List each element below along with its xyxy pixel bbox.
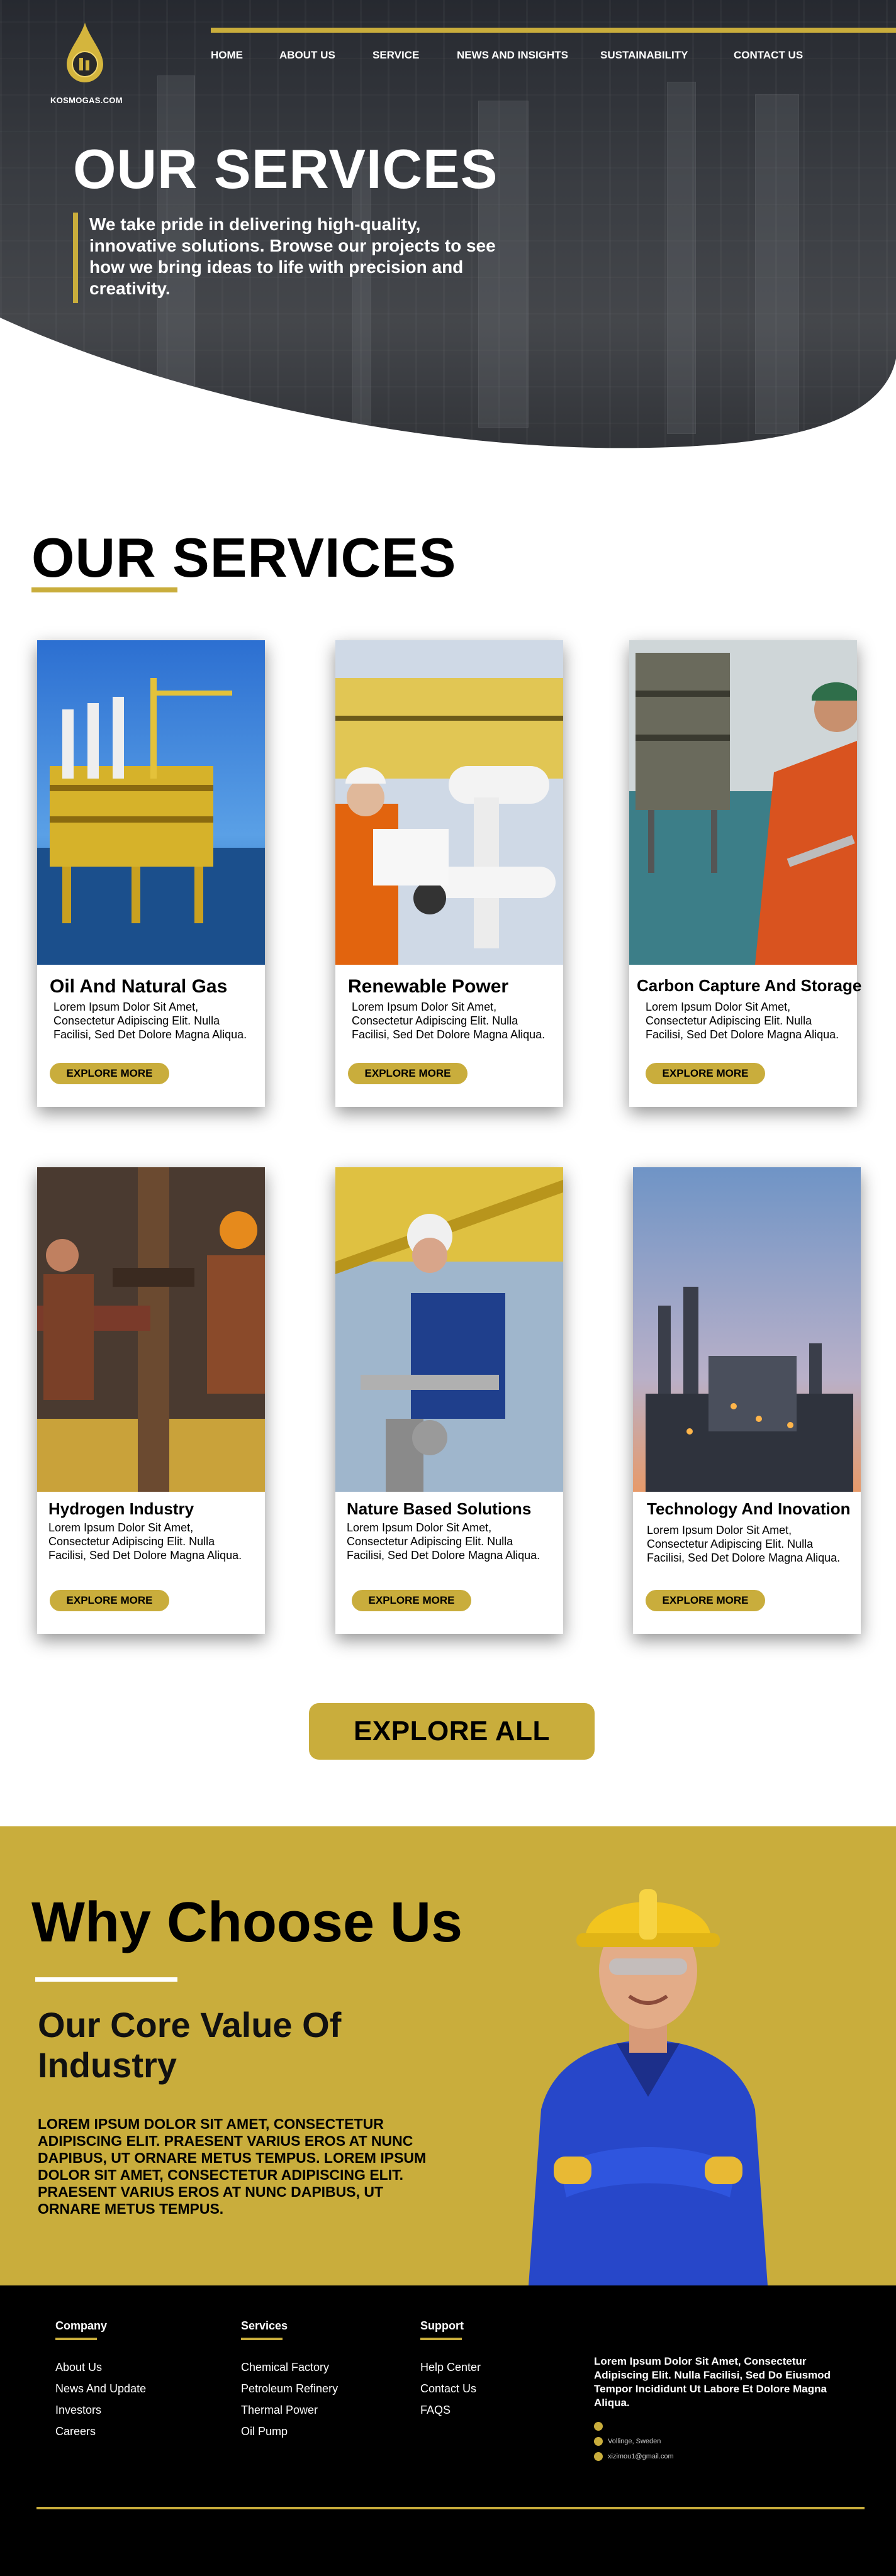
footer-heading: Support xyxy=(420,2319,464,2332)
why-subtitle: Our Core Value Of Industry xyxy=(38,2005,342,2085)
explore-more-button[interactable]: EXPLORE MORE xyxy=(646,1590,765,1611)
card-image-valve-worker xyxy=(335,1167,563,1492)
card-image-offshore-worker xyxy=(629,640,857,965)
why-choose-us-section: Why Choose Us Our Core Value Of Industry… xyxy=(0,1826,896,2285)
nav-contact-us[interactable]: CONTACT US xyxy=(734,49,803,62)
service-card-technology-and-inovation: Technology And Inovation Lorem Ipsum Dol… xyxy=(633,1167,861,1634)
footer-about-text: Lorem Ipsum Dolor Sit Amet, Consectetur … xyxy=(594,2355,831,2409)
service-card-carbon-capture-and-storage: Carbon Capture And Storage Lorem Ipsum D… xyxy=(629,640,861,1107)
main-nav: HOME ABOUT US SERVICE NEWS AND INSIGHTS … xyxy=(0,49,896,64)
site-footer: Company About Us News And Update Investo… xyxy=(0,2285,896,2576)
explore-all-button[interactable]: EXPLORE ALL xyxy=(309,1703,595,1760)
footer-contact: Vollinge, Sweden xizimou1@gmail.com xyxy=(594,2419,846,2464)
card-description: Lorem Ipsum Dolor Sit Amet, Consectetur … xyxy=(53,1001,247,1041)
footer-link-faqs[interactable]: FAQS xyxy=(420,2399,481,2421)
hero-subtitle: We take pride in delivering high-quality… xyxy=(89,214,496,298)
card-description: Lorem Ipsum Dolor Sit Amet, Consectetur … xyxy=(647,1524,841,1564)
location-pin-icon xyxy=(594,2437,603,2446)
nav-news-and-insights[interactable]: NEWS AND INSIGHTS xyxy=(457,49,568,62)
hero-section: KOSMOGAS.COM HOME ABOUT US SERVICE NEWS … xyxy=(0,0,896,460)
footer-link-help-center[interactable]: Help Center xyxy=(420,2357,481,2378)
card-description: Lorem Ipsum Dolor Sit Amet, Consectetur … xyxy=(347,1521,540,1562)
footer-link-oil-pump[interactable]: Oil Pump xyxy=(241,2421,338,2442)
card-title: Carbon Capture And Storage xyxy=(637,976,862,995)
why-body-text: LOREM IPSUM DOLOR SIT AMET, CONSECTETUR … xyxy=(38,2116,427,2217)
nav-about-us[interactable]: ABOUT US xyxy=(279,49,335,62)
nav-home[interactable]: HOME xyxy=(211,49,243,62)
explore-more-button[interactable]: EXPLORE MORE xyxy=(352,1590,471,1611)
card-description: Lorem Ipsum Dolor Sit Amet, Consectetur … xyxy=(48,1521,242,1562)
footer-link-news-and-update[interactable]: News And Update xyxy=(55,2378,146,2399)
card-image-offshore-platform xyxy=(37,640,265,965)
footer-address: Vollinge, Sweden xyxy=(608,2438,661,2445)
footer-link-petroleum-refinery[interactable]: Petroleum Refinery xyxy=(241,2378,338,2399)
explore-more-button[interactable]: EXPLORE MORE xyxy=(646,1063,765,1084)
footer-email-row: xizimou1@gmail.com xyxy=(594,2449,846,2464)
why-title-underline xyxy=(35,1977,177,1982)
footer-link-careers[interactable]: Careers xyxy=(55,2421,146,2442)
footer-divider xyxy=(36,2507,865,2509)
card-title: Oil And Natural Gas xyxy=(50,976,228,997)
footer-link-contact-us[interactable]: Contact Us xyxy=(420,2378,481,2399)
footer-heading-underline xyxy=(241,2338,283,2340)
explore-more-button[interactable]: EXPLORE MORE xyxy=(348,1063,468,1084)
phone-icon xyxy=(594,2422,603,2431)
card-image-refinery-dusk xyxy=(633,1167,861,1492)
footer-heading-underline xyxy=(55,2338,97,2340)
service-card-nature-based-solutions: Nature Based Solutions Lorem Ipsum Dolor… xyxy=(335,1167,563,1634)
footer-services-column: Services Chemical Factory Petroleum Refi… xyxy=(241,2319,338,2442)
card-description: Lorem Ipsum Dolor Sit Amet, Consectetur … xyxy=(646,1001,839,1041)
service-card-renewable-power: Renewable Power Lorem Ipsum Dolor Sit Am… xyxy=(335,640,563,1107)
footer-link-chemical-factory[interactable]: Chemical Factory xyxy=(241,2357,338,2378)
footer-heading-underline xyxy=(420,2338,462,2340)
footer-link-about-us[interactable]: About Us xyxy=(55,2357,146,2378)
footer-heading: Company xyxy=(55,2319,108,2332)
footer-heading: Services xyxy=(241,2319,288,2332)
footer-support-column: Support Help Center Contact Us FAQS xyxy=(420,2319,481,2421)
card-image-drilling-rig xyxy=(37,1167,265,1492)
card-title: Technology And Inovation xyxy=(647,1499,851,1518)
nav-sustainability[interactable]: SUSTAINABILITY xyxy=(600,49,688,62)
footer-link-investors[interactable]: Investors xyxy=(55,2399,146,2421)
services-title: OUR SERVICES xyxy=(31,526,457,589)
nav-service[interactable]: SERVICE xyxy=(372,49,419,62)
services-title-underline xyxy=(31,587,177,592)
why-title: Why Choose Us xyxy=(31,1891,463,1954)
card-title: Hydrogen Industry xyxy=(48,1499,194,1518)
card-image-engineer-plant xyxy=(335,640,563,965)
hero-accent-bar xyxy=(73,213,78,303)
brand-name: KOSMOGAS.COM xyxy=(50,96,123,105)
service-card-oil-and-natural-gas: Oil And Natural Gas Lorem Ipsum Dolor Si… xyxy=(37,640,265,1107)
footer-link-thermal-power[interactable]: Thermal Power xyxy=(241,2399,338,2421)
mail-icon xyxy=(594,2452,603,2461)
explore-more-button[interactable]: EXPLORE MORE xyxy=(50,1590,169,1611)
card-title: Nature Based Solutions xyxy=(347,1499,532,1518)
card-description: Lorem Ipsum Dolor Sit Amet, Consectetur … xyxy=(352,1001,546,1041)
service-card-hydrogen-industry: Hydrogen Industry Lorem Ipsum Dolor Sit … xyxy=(37,1167,265,1634)
footer-email[interactable]: xizimou1@gmail.com xyxy=(608,2453,674,2460)
footer-phone-row xyxy=(594,2419,846,2434)
header-accent-line xyxy=(211,28,896,33)
worker-illustration xyxy=(529,1889,768,2285)
hero-title: OUR SERVICES xyxy=(73,138,498,200)
explore-more-button[interactable]: EXPLORE MORE xyxy=(50,1063,169,1084)
footer-company-column: Company About Us News And Update Investo… xyxy=(55,2319,146,2442)
card-title: Renewable Power xyxy=(348,976,509,997)
footer-address-row: Vollinge, Sweden xyxy=(594,2434,846,2449)
